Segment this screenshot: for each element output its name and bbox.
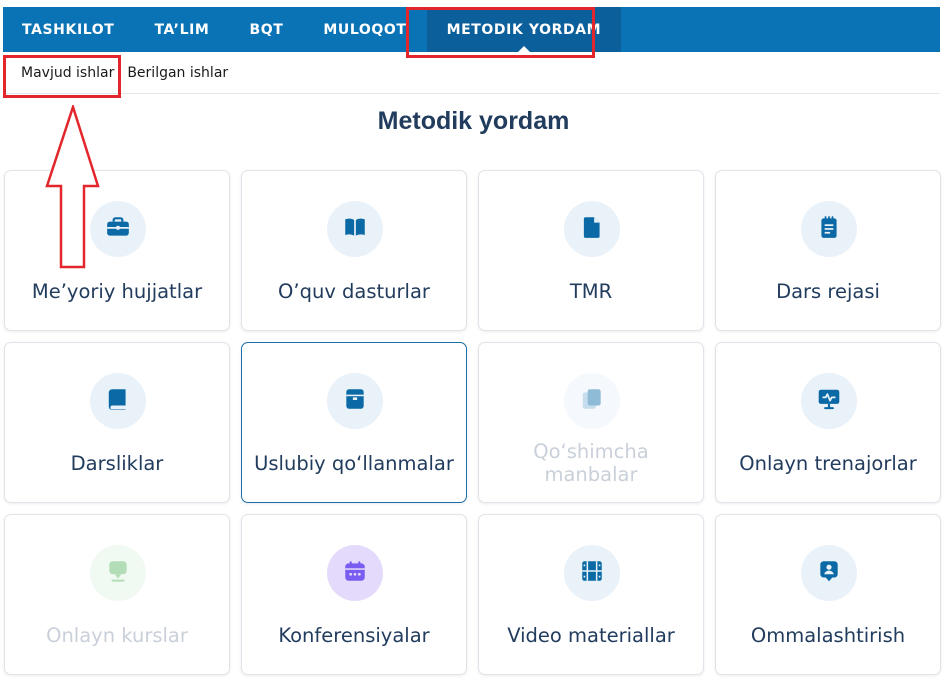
book-open-icon [342,214,368,245]
card-meyoriy-hujjatlar[interactable]: Me’yoriy hujjatlar [4,170,230,331]
card-onlayn-kurslar[interactable]: Onlayn kurslar [4,514,230,675]
card-label: Darsliklar [70,451,164,475]
card-ommalashtirish[interactable]: Ommalashtirish [715,514,941,675]
card-qoshimcha-manbalar[interactable]: Qo‘shimcha manbalar [478,342,704,503]
nav-item-muloqot[interactable]: MULOQOT [303,7,426,52]
nav-item-talim[interactable]: TA’LIM [134,7,229,52]
top-navigation: TASHKILOT TA’LIM BQT MULOQOT METODIK YOR… [3,7,940,52]
card-label: Me’yoriy hujjatlar [31,279,203,303]
monitor-icon [816,386,842,417]
card-label: O’quv dasturlar [278,279,430,303]
copy-icon [579,386,605,417]
notepad-icon [816,214,842,245]
card-label: Onlayn kurslar [46,623,188,647]
calendar-icon [342,558,368,589]
card-dars-rejasi[interactable]: Dars rejasi [715,170,941,331]
card-label: Ommalashtirish [750,623,906,647]
nav-item-bqt[interactable]: BQT [229,7,303,52]
card-label: Dars rejasi [776,279,880,303]
sub-item-mavjud-ishlar[interactable]: Mavjud ishlar [18,65,117,81]
card-onlayn-trenajorlar[interactable]: Onlayn trenajorlar [715,342,941,503]
card-video-materiallar[interactable]: Video materiallar [478,514,704,675]
card-uslubiy-qollanmalar[interactable]: Uslubiy qo‘llanmalar [241,342,467,503]
card-konferensiyalar[interactable]: Konferensiyalar [241,514,467,675]
annotation-arrow-icon [45,105,100,269]
document-icon [579,214,605,245]
manual-icon [342,386,368,417]
chat-icon [105,558,131,589]
card-darsliklar[interactable]: Darsliklar [4,342,230,503]
card-label: Qo‘shimcha manbalar [533,440,649,486]
sub-navigation: Mavjud ishlar Berilgan ishlar [3,52,940,94]
card-oquv-dasturlar[interactable]: O’quv dasturlar [241,170,467,331]
card-label: Uslubiy qo‘llanmalar [254,451,454,475]
card-tmr[interactable]: TMR [478,170,704,331]
book-icon [105,386,131,417]
person-badge-icon [816,558,842,589]
nav-item-metodik-yordam[interactable]: METODIK YORDAM [426,7,622,52]
card-label: TMR [569,279,613,303]
film-icon [579,558,605,589]
card-label: Konferensiyalar [278,623,430,647]
page-title: Metodik yordam [377,107,570,135]
card-label: Video materiallar [507,623,675,647]
sub-item-berilgan-ishlar[interactable]: Berilgan ishlar [124,65,231,81]
card-label: Onlayn trenajorlar [739,451,917,475]
briefcase-icon [105,214,131,245]
nav-item-tashkilot[interactable]: TASHKILOT [3,7,134,52]
